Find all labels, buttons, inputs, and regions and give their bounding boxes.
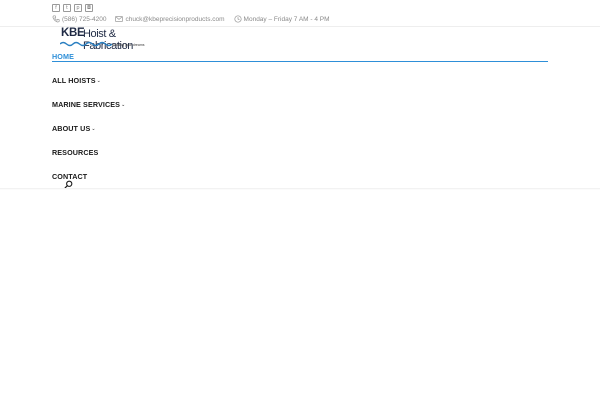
active-nav-underline — [52, 61, 548, 62]
phone-number: (586) 725-4200 — [62, 15, 107, 23]
header-divider — [0, 188, 600, 190]
nav-item-label: HOME — [52, 52, 74, 61]
top-divider — [0, 26, 600, 27]
phone-item[interactable]: (586) 725-4200 — [52, 15, 106, 23]
business-hours: Monday – Friday 7 AM - 4 PM — [243, 15, 330, 23]
facebook-icon[interactable]: f — [52, 4, 60, 12]
nav-item-home[interactable]: HOME — [52, 52, 74, 61]
nav-item-resources[interactable]: RESOURCES — [52, 148, 98, 157]
nav-item-label: ABOUT US — [52, 124, 91, 133]
envelope-icon — [115, 16, 124, 22]
nav-item-label: RESOURCES — [52, 148, 99, 157]
logo-tagline: building your dreams — [112, 43, 145, 47]
site-logo[interactable]: KBE Hoist & Fabrication building your dr… — [60, 27, 155, 52]
chevron-down-icon: ⌄ — [121, 102, 126, 108]
email-item[interactable]: chuck@kbeprecisionproducts.com — [115, 15, 225, 23]
hours-item: Monday – Friday 7 AM - 4 PM — [233, 15, 330, 23]
logo-brand: KBE — [61, 27, 85, 39]
chevron-down-icon: ⌄ — [96, 78, 101, 84]
nav-item-about-us[interactable]: ABOUT US⌄ — [52, 124, 96, 133]
social-links: f t p ◘ — [52, 4, 93, 12]
nav-item-marine-services[interactable]: MARINE SERVICES⌄ — [52, 100, 125, 109]
phone-icon — [52, 15, 60, 23]
contact-info: (586) 725-4200 chuck@kbeprecisionproduct… — [52, 15, 339, 23]
logo-name: Hoist & Fabrication — [83, 28, 134, 52]
top-bar: f t p ◘ (586) 725-4200 chuck@kbeprecisio… — [0, 0, 600, 26]
nav-item-label: ALL HOISTS — [52, 76, 96, 85]
clock-icon — [233, 15, 242, 23]
nav-item-label: MARINE SERVICES — [52, 100, 121, 109]
instagram-icon[interactable]: ◘ — [85, 4, 93, 12]
nav-item-all-hoists[interactable]: ALL HOISTS⌄ — [52, 76, 101, 85]
chevron-down-icon: ⌄ — [91, 126, 96, 132]
pinterest-icon[interactable]: p — [74, 4, 82, 12]
twitter-icon[interactable]: t — [63, 4, 71, 12]
waves-icon — [60, 41, 112, 47]
email-address: chuck@kbeprecisionproducts.com — [125, 15, 225, 23]
